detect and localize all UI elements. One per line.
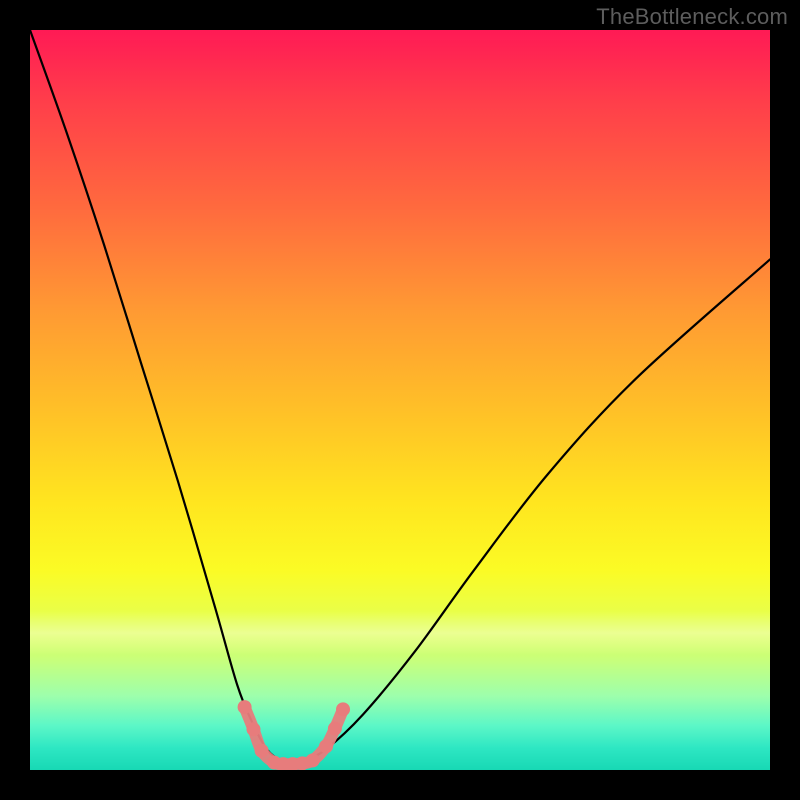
marker-dot [246, 722, 260, 736]
marker-dot [238, 700, 252, 714]
marker-dot [328, 722, 342, 736]
marker-dot [306, 753, 320, 767]
chart-frame: TheBottleneck.com [0, 0, 800, 800]
marker-dot [255, 744, 269, 758]
plot-area [30, 30, 770, 770]
watermark-text: TheBottleneck.com [596, 4, 788, 30]
marker-dot [336, 702, 350, 716]
marker-dot [319, 739, 333, 753]
curve-layer [30, 30, 770, 770]
bottleneck-curve [30, 30, 770, 764]
marker-dots [238, 700, 350, 770]
